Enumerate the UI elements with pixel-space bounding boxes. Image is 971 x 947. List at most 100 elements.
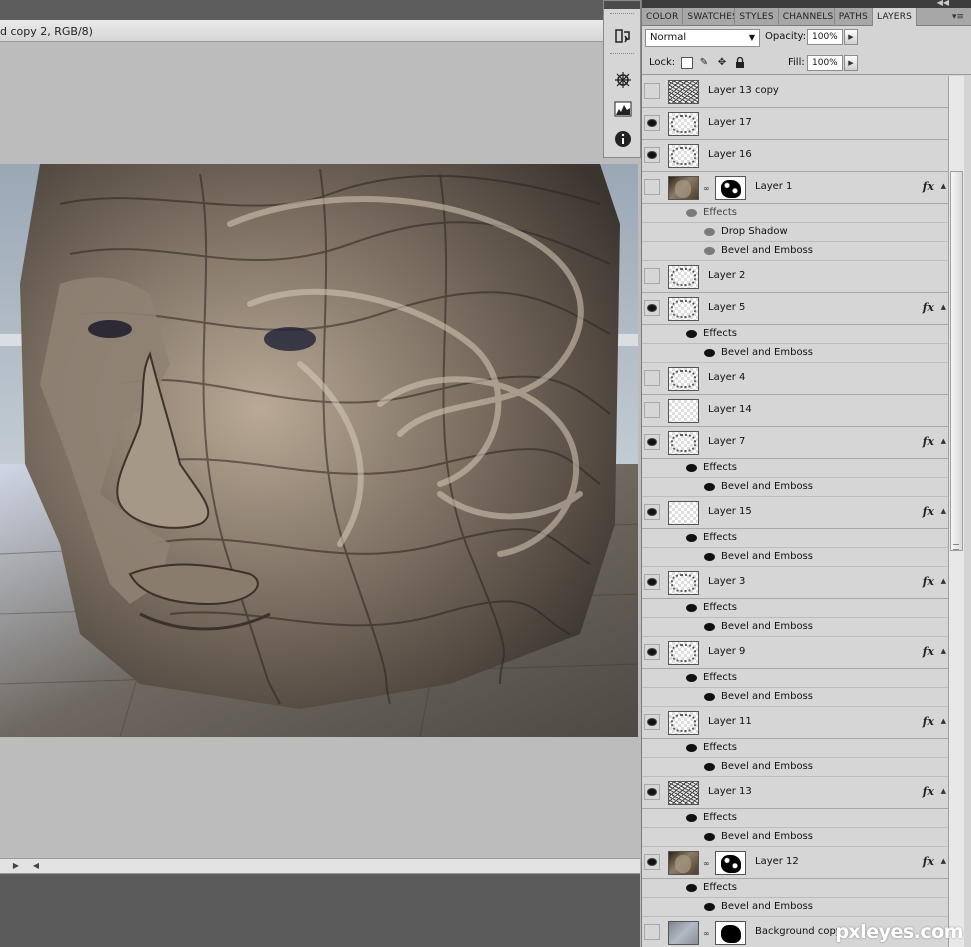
visibility-eye-icon[interactable] (644, 179, 660, 195)
scrollbar-thumb[interactable] (950, 171, 963, 551)
layer-effects-fx-icon[interactable]: fx (923, 505, 934, 518)
layer-row[interactable]: Layer 2 (642, 261, 948, 293)
layer-name[interactable]: Layer 3 (708, 576, 745, 587)
layer-row[interactable]: Layer 14 (642, 395, 948, 427)
visibility-eye-icon[interactable] (644, 644, 660, 660)
opacity-slider-arrow-icon[interactable]: ▶ (844, 29, 858, 45)
layer-thumbnail[interactable] (668, 80, 699, 104)
lock-transparent-icon[interactable] (681, 57, 693, 69)
layer-row[interactable]: Layer 7 fx ▲ (642, 427, 948, 459)
layer-row[interactable]: Layer 17 (642, 108, 948, 140)
effects-row[interactable]: Effects (642, 459, 948, 478)
effect-visibility-eye-icon[interactable] (704, 763, 715, 771)
layer-name[interactable]: Layer 11 (708, 716, 752, 727)
effect-item-row[interactable]: Bevel and Emboss (642, 478, 948, 497)
opacity-input[interactable]: 100% (807, 29, 843, 45)
effect-visibility-eye-icon[interactable] (704, 833, 715, 841)
layer-row[interactable]: Layer 15 fx ▲ (642, 497, 948, 529)
layer-name[interactable]: Layer 4 (708, 372, 745, 383)
mask-link-chain-icon[interactable]: ∞ (703, 929, 710, 938)
layer-name[interactable]: Layer 9 (708, 646, 745, 657)
layers-list[interactable]: Layer 13 copy Layer 17 Layer 16 ∞ Layer 1 fx ▲… (642, 76, 948, 947)
effects-visibility-eye-icon[interactable] (686, 884, 697, 892)
layer-name[interactable]: Layer 14 (708, 404, 752, 415)
layer-thumbnail[interactable] (668, 176, 699, 200)
effects-row[interactable]: Effects (642, 599, 948, 618)
visibility-eye-icon[interactable] (644, 115, 660, 131)
visibility-eye-icon[interactable] (644, 268, 660, 284)
blend-mode-select[interactable]: Normal ▼ (645, 29, 760, 47)
effect-item-row[interactable]: Bevel and Emboss (642, 344, 948, 363)
effect-item-row[interactable]: Bevel and Emboss (642, 688, 948, 707)
effect-visibility-eye-icon[interactable] (704, 903, 715, 911)
visibility-eye-icon[interactable] (644, 300, 660, 316)
navigator-icon[interactable] (612, 69, 634, 91)
collapse-effects-icon[interactable]: ▲ (941, 507, 946, 515)
layer-effects-fx-icon[interactable]: fx (923, 855, 934, 868)
collapse-effects-icon[interactable]: ▲ (941, 787, 946, 795)
effect-item-row[interactable]: Drop Shadow (642, 223, 948, 242)
visibility-eye-icon[interactable] (644, 854, 660, 870)
visibility-eye-icon[interactable] (644, 434, 660, 450)
horizontal-scrollbar[interactable]: ▶ ◀ (0, 858, 640, 874)
layer-mask-thumbnail[interactable] (715, 921, 746, 945)
layer-effects-fx-icon[interactable]: fx (923, 575, 934, 588)
layer-thumbnail[interactable] (668, 367, 699, 391)
effect-visibility-eye-icon[interactable] (704, 247, 715, 255)
layer-name[interactable]: Layer 2 (708, 270, 745, 281)
layer-name[interactable]: Layer 13 (708, 786, 752, 797)
layer-name[interactable]: Layer 16 (708, 149, 752, 160)
dock-header[interactable] (604, 1, 640, 9)
effect-item-row[interactable]: Bevel and Emboss (642, 242, 948, 261)
layer-name[interactable]: Layer 13 copy (708, 85, 779, 96)
effects-row[interactable]: Effects (642, 809, 948, 828)
scroll-right-arrow-icon[interactable]: ▶ (8, 859, 24, 873)
effects-row[interactable]: Effects (642, 325, 948, 344)
visibility-eye-icon[interactable] (644, 402, 660, 418)
tab-paths[interactable]: PATHS (835, 8, 874, 26)
layer-row[interactable]: Layer 16 (642, 140, 948, 172)
effect-item-row[interactable]: Bevel and Emboss (642, 548, 948, 567)
effects-visibility-eye-icon[interactable] (686, 814, 697, 822)
effect-item-row[interactable]: Bevel and Emboss (642, 758, 948, 777)
effects-visibility-eye-icon[interactable] (686, 209, 697, 217)
layer-row[interactable]: Layer 3 fx ▲ (642, 567, 948, 599)
layer-thumbnail[interactable] (668, 431, 699, 455)
artwork-image[interactable] (0, 164, 638, 737)
lock-all-icon[interactable] (734, 56, 746, 69)
collapse-effects-icon[interactable]: ▲ (941, 437, 946, 445)
effect-item-row[interactable]: Bevel and Emboss (642, 898, 948, 917)
layer-name[interactable]: Layer 17 (708, 117, 752, 128)
layer-mask-thumbnail[interactable] (715, 851, 746, 875)
visibility-eye-icon[interactable] (644, 83, 660, 99)
tab-styles[interactable]: STYLES (735, 8, 779, 26)
layer-thumbnail[interactable] (668, 781, 699, 805)
visibility-eye-icon[interactable] (644, 147, 660, 163)
panel-header[interactable]: ◀◀ (642, 0, 971, 8)
layer-thumbnail[interactable] (668, 851, 699, 875)
effect-visibility-eye-icon[interactable] (704, 693, 715, 701)
effect-visibility-eye-icon[interactable] (704, 228, 715, 236)
dock-grip[interactable] (610, 53, 634, 59)
layer-thumbnail[interactable] (668, 921, 699, 945)
effect-item-row[interactable]: Bevel and Emboss (642, 618, 948, 637)
visibility-eye-icon[interactable] (644, 784, 660, 800)
effects-row[interactable]: Effects (642, 879, 948, 898)
fill-input[interactable]: 100% (807, 55, 843, 71)
layer-row[interactable]: Layer 13 fx ▲ (642, 777, 948, 809)
tab-channels[interactable]: CHANNELS (779, 8, 835, 26)
layer-name[interactable]: Layer 5 (708, 302, 745, 313)
effect-visibility-eye-icon[interactable] (704, 483, 715, 491)
effect-visibility-eye-icon[interactable] (704, 623, 715, 631)
layer-thumbnail[interactable] (668, 711, 699, 735)
layer-thumbnail[interactable] (668, 641, 699, 665)
layer-thumbnail[interactable] (668, 501, 699, 525)
panel-menu-icon[interactable]: ▾≡ (949, 12, 967, 22)
layer-effects-fx-icon[interactable]: fx (923, 785, 934, 798)
layer-effects-fx-icon[interactable]: fx (923, 180, 934, 193)
tab-swatches[interactable]: SWATCHES (683, 8, 736, 26)
mask-link-chain-icon[interactable]: ∞ (703, 859, 710, 868)
lock-position-move-icon[interactable]: ✥ (716, 57, 728, 69)
layer-thumbnail[interactable] (668, 399, 699, 423)
mask-link-chain-icon[interactable]: ∞ (703, 184, 710, 193)
